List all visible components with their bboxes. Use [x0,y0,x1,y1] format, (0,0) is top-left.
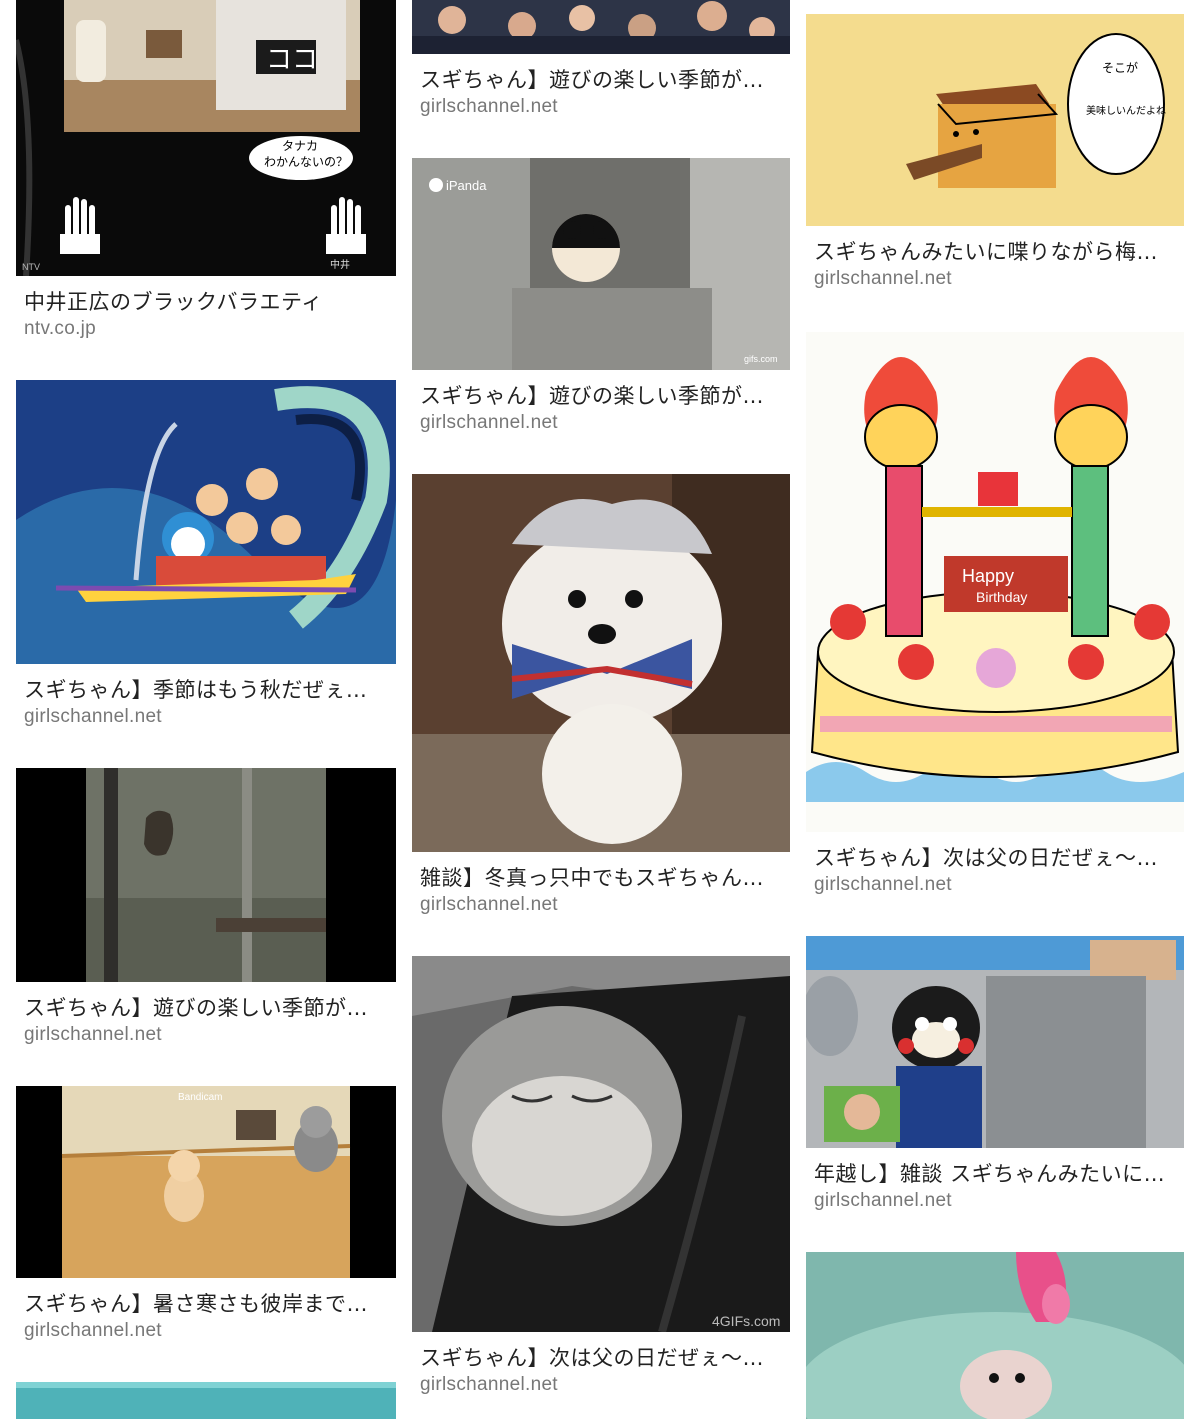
svg-text:わかんないの？: わかんないの？ [264,155,348,169]
svg-text:Happy: Happy [962,566,1014,586]
svg-text:Bandicam: Bandicam [178,1092,222,1103]
result-card[interactable]: ココ タナカ わかんないの？ NTV 中井 中井正広のブラックバラエティ ntv… [16,0,396,340]
result-card[interactable]: そこが 美味しいんだよね スギちゃんみたいに喋りながら梅… girlschann… [806,14,1184,292]
result-image[interactable]: iPanda gifs.com [412,158,790,370]
result-card[interactable]: 4GIFs.com スギちゃん】次は父の日だぜぇ～… girlschannel.… [412,956,790,1400]
result-card[interactable] [16,1382,396,1419]
result-card[interactable]: スギちゃん】遊びの楽しい季節が… girlschannel.net [16,768,396,1046]
svg-text:Birthday: Birthday [976,589,1027,605]
result-domain: girlschannel.net [24,1024,162,1045]
svg-text:iPanda: iPanda [446,178,487,193]
result-title[interactable]: スギちゃん】暑さ寒さも彼岸まで… [24,1288,384,1318]
svg-text:NTV: NTV [22,262,40,272]
result-image[interactable] [16,768,396,982]
svg-text:中井: 中井 [330,258,350,271]
result-image[interactable] [412,474,790,852]
svg-text:そこが: そこが [1102,60,1138,75]
result-title[interactable]: 年越し】雑談 スギちゃんみたいに… [814,1158,1172,1188]
result-title[interactable]: スギちゃん】遊びの楽しい季節が… [420,380,778,410]
result-card[interactable]: スギちゃん】季節はもう秋だぜぇ… girlschannel.net [16,380,396,728]
result-domain: girlschannel.net [420,1374,558,1395]
result-domain: girlschannel.net [420,894,558,915]
result-image[interactable] [412,0,790,54]
result-domain: girlschannel.net [814,268,952,289]
result-domain: girlschannel.net [420,412,558,433]
result-domain: girlschannel.net [814,874,952,895]
result-card[interactable]: Happy Birthday スギちゃん】次は父の日だぜぇ～… girlscha… [806,332,1184,898]
result-card[interactable]: 年越し】雑談 スギちゃんみたいに… girlschannel.net [806,936,1184,1216]
result-title[interactable]: スギちゃん】遊びの楽しい季節が… [24,992,384,1022]
svg-text:タナカ: タナカ [282,139,318,153]
svg-text:ココ: ココ [266,45,318,75]
result-image[interactable]: Bandicam [16,1086,396,1278]
result-title[interactable]: スギちゃん】次は父の日だぜぇ～… [814,842,1172,872]
result-title[interactable]: スギちゃん】遊びの楽しい季節が… [420,64,778,94]
result-card[interactable] [806,1252,1184,1419]
result-title[interactable]: 雑談】冬真っ只中でもスギちゃん… [420,862,778,892]
result-title[interactable]: スギちゃん】次は父の日だぜぇ～… [420,1342,778,1372]
result-title[interactable]: 中井正広のブラックバラエティ [24,286,384,316]
result-card[interactable]: 雑談】冬真っ只中でもスギちゃん… girlschannel.net [412,474,790,918]
result-title[interactable]: スギちゃん】季節はもう秋だぜぇ… [24,674,384,704]
result-title[interactable]: スギちゃんみたいに喋りながら梅… [814,236,1172,266]
result-domain: girlschannel.net [814,1190,952,1211]
svg-text:4GIFs.com: 4GIFs.com [712,1313,780,1329]
svg-text:美味しいんだよね: 美味しいんだよね [1086,104,1166,117]
result-image[interactable] [16,380,396,664]
result-domain: ntv.co.jp [24,318,97,339]
result-image[interactable]: Happy Birthday [806,332,1184,832]
result-image[interactable] [806,936,1184,1148]
result-card[interactable]: スギちゃん】遊びの楽しい季節が… girlschannel.net [412,0,790,120]
result-image[interactable]: 4GIFs.com [412,956,790,1332]
result-domain: girlschannel.net [24,706,162,727]
result-image[interactable] [806,1252,1184,1419]
result-domain: girlschannel.net [420,96,558,117]
result-image[interactable]: ココ タナカ わかんないの？ NTV 中井 [16,0,396,276]
result-card[interactable]: Bandicam スギちゃん】暑さ寒さも彼岸まで… girlschannel.n… [16,1086,396,1342]
result-image[interactable]: そこが 美味しいんだよね [806,14,1184,226]
svg-text:gifs.com: gifs.com [744,354,778,364]
result-domain: girlschannel.net [24,1320,162,1341]
result-image[interactable] [16,1382,396,1419]
result-card[interactable]: iPanda gifs.com スギちゃん】遊びの楽しい季節が… girlsch… [412,158,790,438]
